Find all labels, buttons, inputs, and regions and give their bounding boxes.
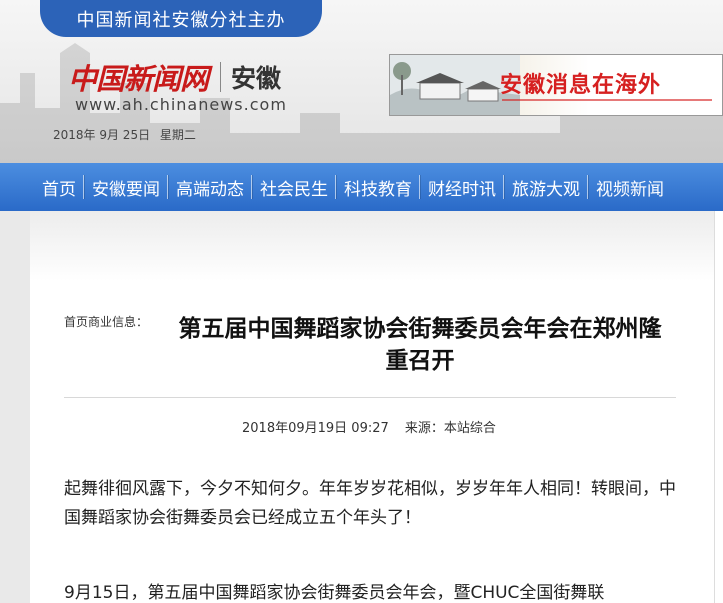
- nav-item-home[interactable]: 首页: [34, 163, 84, 211]
- nav-item-finance[interactable]: 财经时讯: [420, 163, 504, 211]
- nav-item-high-end[interactable]: 高端动态: [168, 163, 252, 211]
- right-sidebar-edge: [714, 211, 723, 603]
- nav-item-society[interactable]: 社会民生: [252, 163, 336, 211]
- content-top-shade: [30, 211, 714, 281]
- banner-title: 安徽消息在海外: [500, 73, 662, 98]
- article-paragraph: 9月15日，第五届中国舞蹈家协会街舞委员会年会，暨CHUC全国街舞联: [64, 583, 605, 603]
- logo-wordmark: 中国新闻网: [68, 62, 209, 96]
- article-source: 来源：本站综合: [404, 421, 496, 436]
- promo-banner[interactable]: 安徽消息在海外: [389, 54, 723, 116]
- main-nav: 首页 安徽要闻 高端动态 社会民生 科技教育 财经时讯 旅游大观 视频新闻: [0, 163, 723, 211]
- weekday-text: 星期二: [159, 128, 196, 142]
- site-header: 中国新闻社安徽分社主办 中国新闻网 安徽 www.ah.chinanews.co…: [0, 0, 723, 163]
- publish-datetime: 2018年09月19日 09:27: [242, 421, 389, 436]
- current-date: 2018年 9月 25日 星期二: [53, 126, 196, 143]
- article-container: 首页商业信息： 第五届中国舞蹈家协会街舞委员会年会在郑州隆重召开 2018年09…: [30, 211, 714, 603]
- article-meta: 2018年09月19日 09:27 来源：本站综合: [242, 417, 496, 436]
- breadcrumb[interactable]: 首页商业信息：: [64, 313, 148, 330]
- date-text: 2018年 9月 25日: [53, 128, 151, 142]
- nav-item-anhui-news[interactable]: 安徽要闻: [84, 163, 168, 211]
- nav-item-travel[interactable]: 旅游大观: [504, 163, 588, 211]
- logo-region: 安徽: [231, 64, 282, 93]
- article-paragraph: 起舞徘徊风露下，今夕不知何夕。年年岁岁花相似，岁岁年年人相同！转眼间，中国舞蹈家…: [64, 479, 676, 528]
- nav-item-video[interactable]: 视频新闻: [588, 163, 672, 211]
- article-title: 第五届中国舞蹈家协会街舞委员会年会在郑州隆重召开: [178, 316, 662, 374]
- banner-underline: [502, 99, 712, 101]
- nav-item-tech-edu[interactable]: 科技教育: [336, 163, 420, 211]
- logo-divider: [220, 62, 222, 92]
- site-url: www.ah.chinanews.com: [75, 95, 287, 114]
- organizer-tab[interactable]: 中国新闻社安徽分社主办: [40, 0, 322, 37]
- site-logo[interactable]: 中国新闻网 安徽: [68, 56, 281, 98]
- title-divider: [64, 397, 676, 398]
